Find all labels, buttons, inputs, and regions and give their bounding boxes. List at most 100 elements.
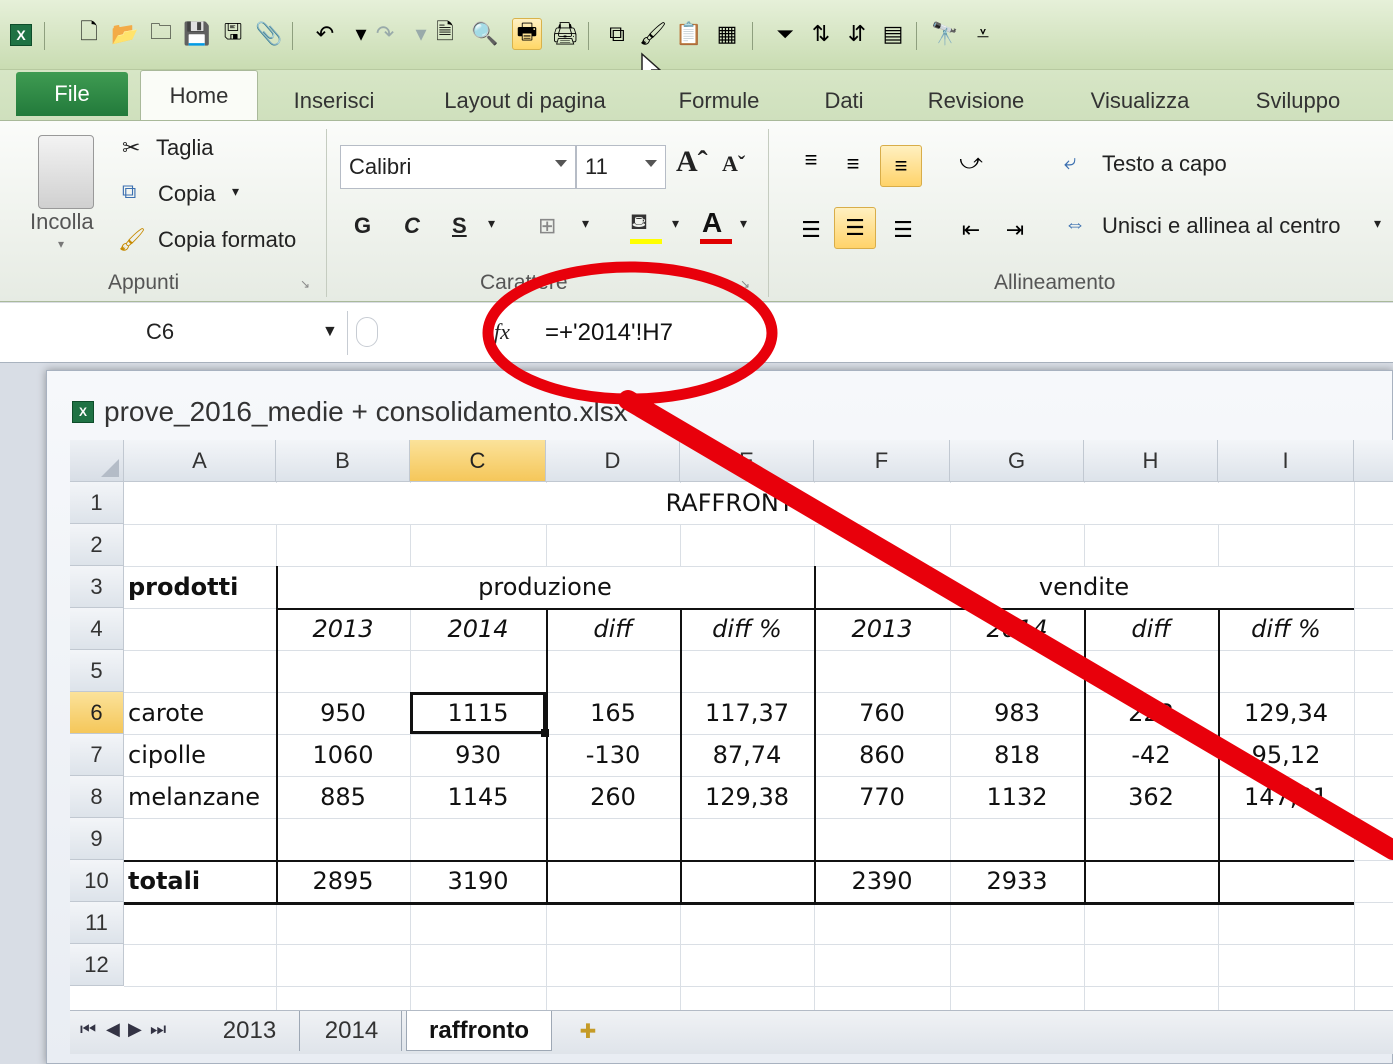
font-color-dropdown-icon[interactable]: ▾: [740, 215, 747, 232]
sort-desc-icon[interactable]: ⇵: [842, 18, 872, 50]
column-header-b[interactable]: B: [276, 440, 410, 482]
bold-button[interactable]: G: [354, 213, 371, 239]
tab-home[interactable]: Home: [140, 70, 258, 120]
quick-print-icon[interactable]: 🖨: [550, 18, 580, 50]
column-header-a[interactable]: A: [124, 440, 276, 482]
row-header-1[interactable]: 1: [70, 482, 124, 524]
export-icon[interactable]: 🗎: [430, 18, 460, 50]
data-cell[interactable]: 885: [276, 776, 410, 818]
prev-sheet-icon[interactable]: ◀: [106, 1019, 120, 1040]
borders-dropdown-icon[interactable]: ▾: [582, 215, 589, 232]
sheet-tab-2014[interactable]: 2014: [302, 1011, 402, 1051]
row-header-7[interactable]: 7: [70, 734, 124, 776]
column-header-i[interactable]: I: [1218, 440, 1354, 482]
underline-dropdown-icon[interactable]: ▾: [488, 215, 495, 232]
undo-icon[interactable]: ↶: [310, 18, 340, 50]
column-header-next[interactable]: [1354, 440, 1393, 482]
data-cell[interactable]: 129,38: [680, 776, 814, 818]
data-cell[interactable]: 930: [410, 734, 546, 776]
data-cell[interactable]: 129,34: [1218, 692, 1354, 734]
shrink-font-icon[interactable]: Aˇ: [722, 151, 745, 177]
header-vendite-cell[interactable]: vendite: [814, 566, 1354, 608]
data-cell[interactable]: 260: [546, 776, 680, 818]
data-cell[interactable]: 1132: [950, 776, 1084, 818]
sheet-tab-2013[interactable]: 2013: [200, 1011, 300, 1051]
subheader-cell[interactable]: 2013: [814, 608, 950, 650]
font-size-combo[interactable]: 11: [576, 145, 666, 189]
copy-button[interactable]: Copia: [158, 181, 215, 207]
chevron-down-icon[interactable]: [645, 160, 657, 167]
row-header-8[interactable]: 8: [70, 776, 124, 818]
data-cell[interactable]: 1145: [410, 776, 546, 818]
header-produzione-cell[interactable]: produzione: [276, 566, 814, 608]
tab-dati[interactable]: Dati: [808, 82, 880, 120]
new-document-icon[interactable]: 🗋: [74, 18, 104, 50]
filter-icon[interactable]: ⏷: [770, 18, 800, 50]
subheader-cell[interactable]: diff: [546, 608, 680, 650]
row-header-4[interactable]: 4: [70, 608, 124, 650]
product-name-cell[interactable]: carote: [124, 692, 276, 734]
save-icon[interactable]: 💾: [182, 18, 212, 50]
totals-cell[interactable]: 2933: [950, 860, 1084, 902]
underline-button[interactable]: S: [452, 213, 467, 239]
customize-toolbar-icon[interactable]: ⩡: [968, 18, 998, 50]
grow-font-icon[interactable]: Aˆ: [676, 145, 708, 179]
totals-cell[interactable]: 2390: [814, 860, 950, 902]
open-recent-icon[interactable]: 🗀: [146, 18, 176, 50]
row-header-6[interactable]: 6: [70, 692, 124, 734]
italic-button[interactable]: C: [404, 213, 420, 239]
column-header-c[interactable]: C: [410, 440, 546, 482]
first-sheet-icon[interactable]: ⏮: [80, 1019, 96, 1040]
select-all-corner[interactable]: [70, 440, 124, 482]
data-cell[interactable]: 87,74: [680, 734, 814, 776]
table-icon[interactable]: ▦: [712, 18, 742, 50]
tab-layout-di-pagina[interactable]: Layout di pagina: [420, 82, 630, 120]
data-cell[interactable]: 760: [814, 692, 950, 734]
data-cell[interactable]: 983: [950, 692, 1084, 734]
align-middle-icon[interactable]: ≡: [832, 143, 874, 185]
tab-visualizza[interactable]: Visualizza: [1076, 82, 1204, 120]
copy-dropdown-icon[interactable]: ▾: [232, 183, 239, 200]
chevron-down-icon[interactable]: [555, 160, 567, 167]
align-center-icon[interactable]: ☰: [834, 207, 876, 249]
subheader-cell[interactable]: diff: [1084, 608, 1218, 650]
redo-icon[interactable]: ↷: [370, 18, 400, 50]
column-header-g[interactable]: G: [950, 440, 1084, 482]
column-header-h[interactable]: H: [1084, 440, 1218, 482]
print-icon[interactable]: 🖶: [512, 18, 542, 50]
data-cell[interactable]: 362: [1084, 776, 1218, 818]
clipboard-launcher-icon[interactable]: ↘: [300, 277, 310, 291]
subheader-cell[interactable]: diff %: [1218, 608, 1354, 650]
attach-icon[interactable]: 📎: [254, 18, 284, 50]
row-header-3[interactable]: 3: [70, 566, 124, 608]
orientation-icon[interactable]: ⤻: [950, 141, 992, 183]
paste-dropdown-icon[interactable]: ▾: [58, 237, 64, 251]
find-icon[interactable]: 🔭: [930, 18, 960, 50]
tab-inserisci[interactable]: Inserisci: [278, 82, 390, 120]
format-painter-button[interactable]: Copia formato: [158, 227, 296, 253]
subheader-cell[interactable]: 2013: [276, 608, 410, 650]
row-header-10[interactable]: 10: [70, 860, 124, 902]
data-cell[interactable]: 223: [1084, 692, 1218, 734]
chart-icon[interactable]: ▤: [878, 18, 908, 50]
merge-dropdown-icon[interactable]: ▾: [1374, 215, 1381, 232]
data-cell[interactable]: 860: [814, 734, 950, 776]
align-top-icon[interactable]: ≡: [790, 139, 832, 181]
chevron-down-icon[interactable]: ▼: [322, 323, 338, 341]
fill-color-icon[interactable]: ⛾: [630, 209, 648, 238]
next-sheet-icon[interactable]: ▶: [128, 1019, 142, 1040]
data-cell[interactable]: 950: [276, 692, 410, 734]
fill-dropdown-icon[interactable]: ▾: [672, 215, 679, 232]
data-cell[interactable]: 95,12: [1218, 734, 1354, 776]
print-preview-icon[interactable]: 🔍: [470, 18, 500, 50]
cut-button[interactable]: Taglia: [156, 135, 213, 161]
totals-cell[interactable]: 2895: [276, 860, 410, 902]
save-as-icon[interactable]: 🖫: [218, 18, 248, 50]
data-cell[interactable]: 147,01: [1218, 776, 1354, 818]
font-color-icon[interactable]: A: [702, 207, 722, 239]
row-header-9[interactable]: 9: [70, 818, 124, 860]
name-box[interactable]: C6 ▼: [18, 311, 348, 355]
product-name-cell[interactable]: melanzane: [124, 776, 276, 818]
align-bottom-icon[interactable]: ≡: [880, 145, 922, 187]
data-cell[interactable]: -42: [1084, 734, 1218, 776]
